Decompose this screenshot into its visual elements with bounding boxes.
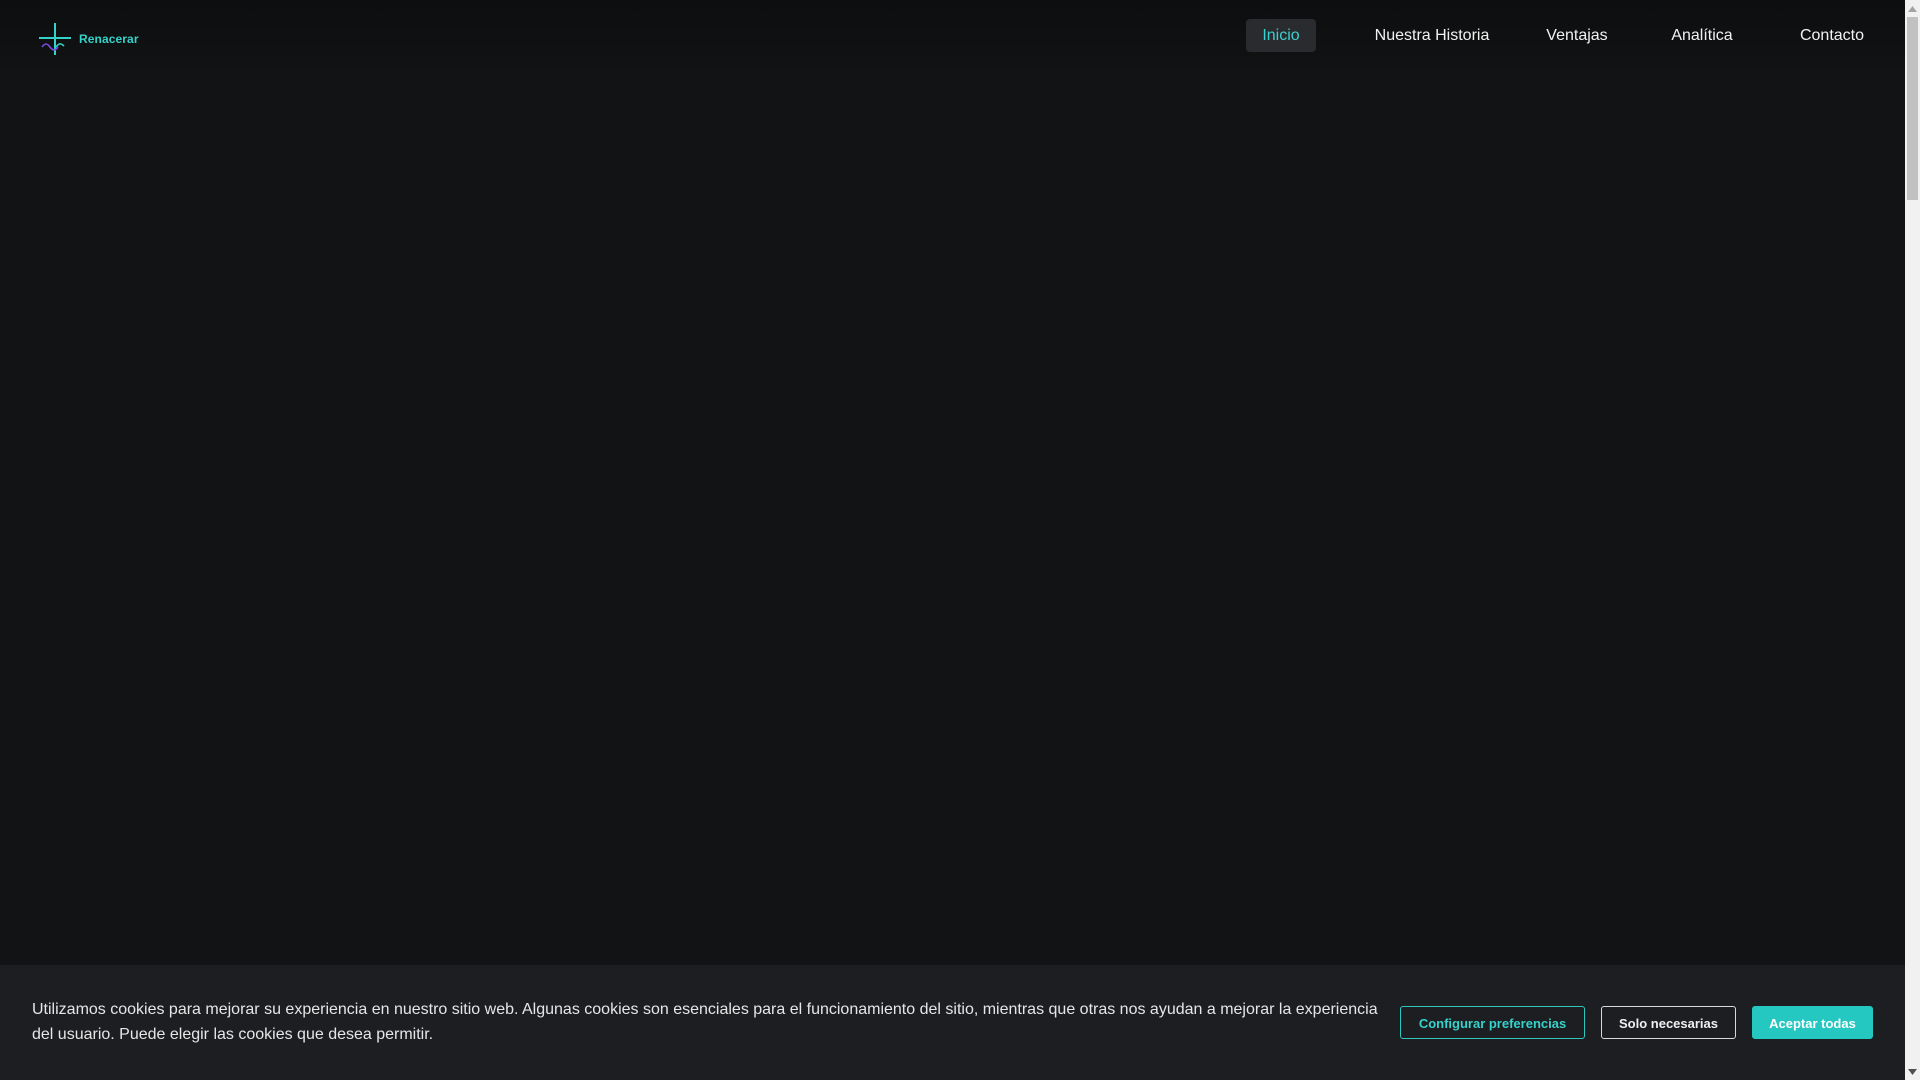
configure-preferences-button[interactable]: Configurar preferencias <box>1400 1006 1585 1039</box>
nav-item-inicio[interactable]: Inicio <box>1246 19 1316 52</box>
page: Renacerar Inicio Nuestra Historia Ventaj… <box>0 0 1920 1080</box>
nav-item-analitica[interactable]: Analítica <box>1661 19 1743 52</box>
necessary-only-button[interactable]: Solo necesarias <box>1601 1006 1736 1039</box>
nav-item-ventajas[interactable]: Ventajas <box>1536 19 1618 52</box>
vertical-scrollbar[interactable] <box>1905 0 1920 1080</box>
site-header: Renacerar Inicio Nuestra Historia Ventaj… <box>0 0 1905 72</box>
nav-item-contacto[interactable]: Contacto <box>1786 19 1878 52</box>
scroll-up-arrow-icon[interactable] <box>1905 0 1920 17</box>
scroll-down-arrow-icon[interactable] <box>1905 1063 1920 1080</box>
cookie-banner: Utilizamos cookies para mejorar su exper… <box>0 965 1905 1080</box>
brand-name: Renacerar <box>79 32 139 46</box>
nav-item-nuestra-historia[interactable]: Nuestra Historia <box>1358 19 1506 52</box>
brand-link[interactable]: Renacerar <box>37 21 139 57</box>
scrollbar-thumb[interactable] <box>1907 17 1918 200</box>
cross-wave-logo-icon <box>39 23 71 55</box>
main-content: Renacerar Inicio Nuestra Historia Ventaj… <box>0 0 1905 1080</box>
accept-all-button[interactable]: Aceptar todas <box>1752 1006 1873 1039</box>
cookie-message: Utilizamos cookies para mejorar su exper… <box>32 1001 1378 1043</box>
